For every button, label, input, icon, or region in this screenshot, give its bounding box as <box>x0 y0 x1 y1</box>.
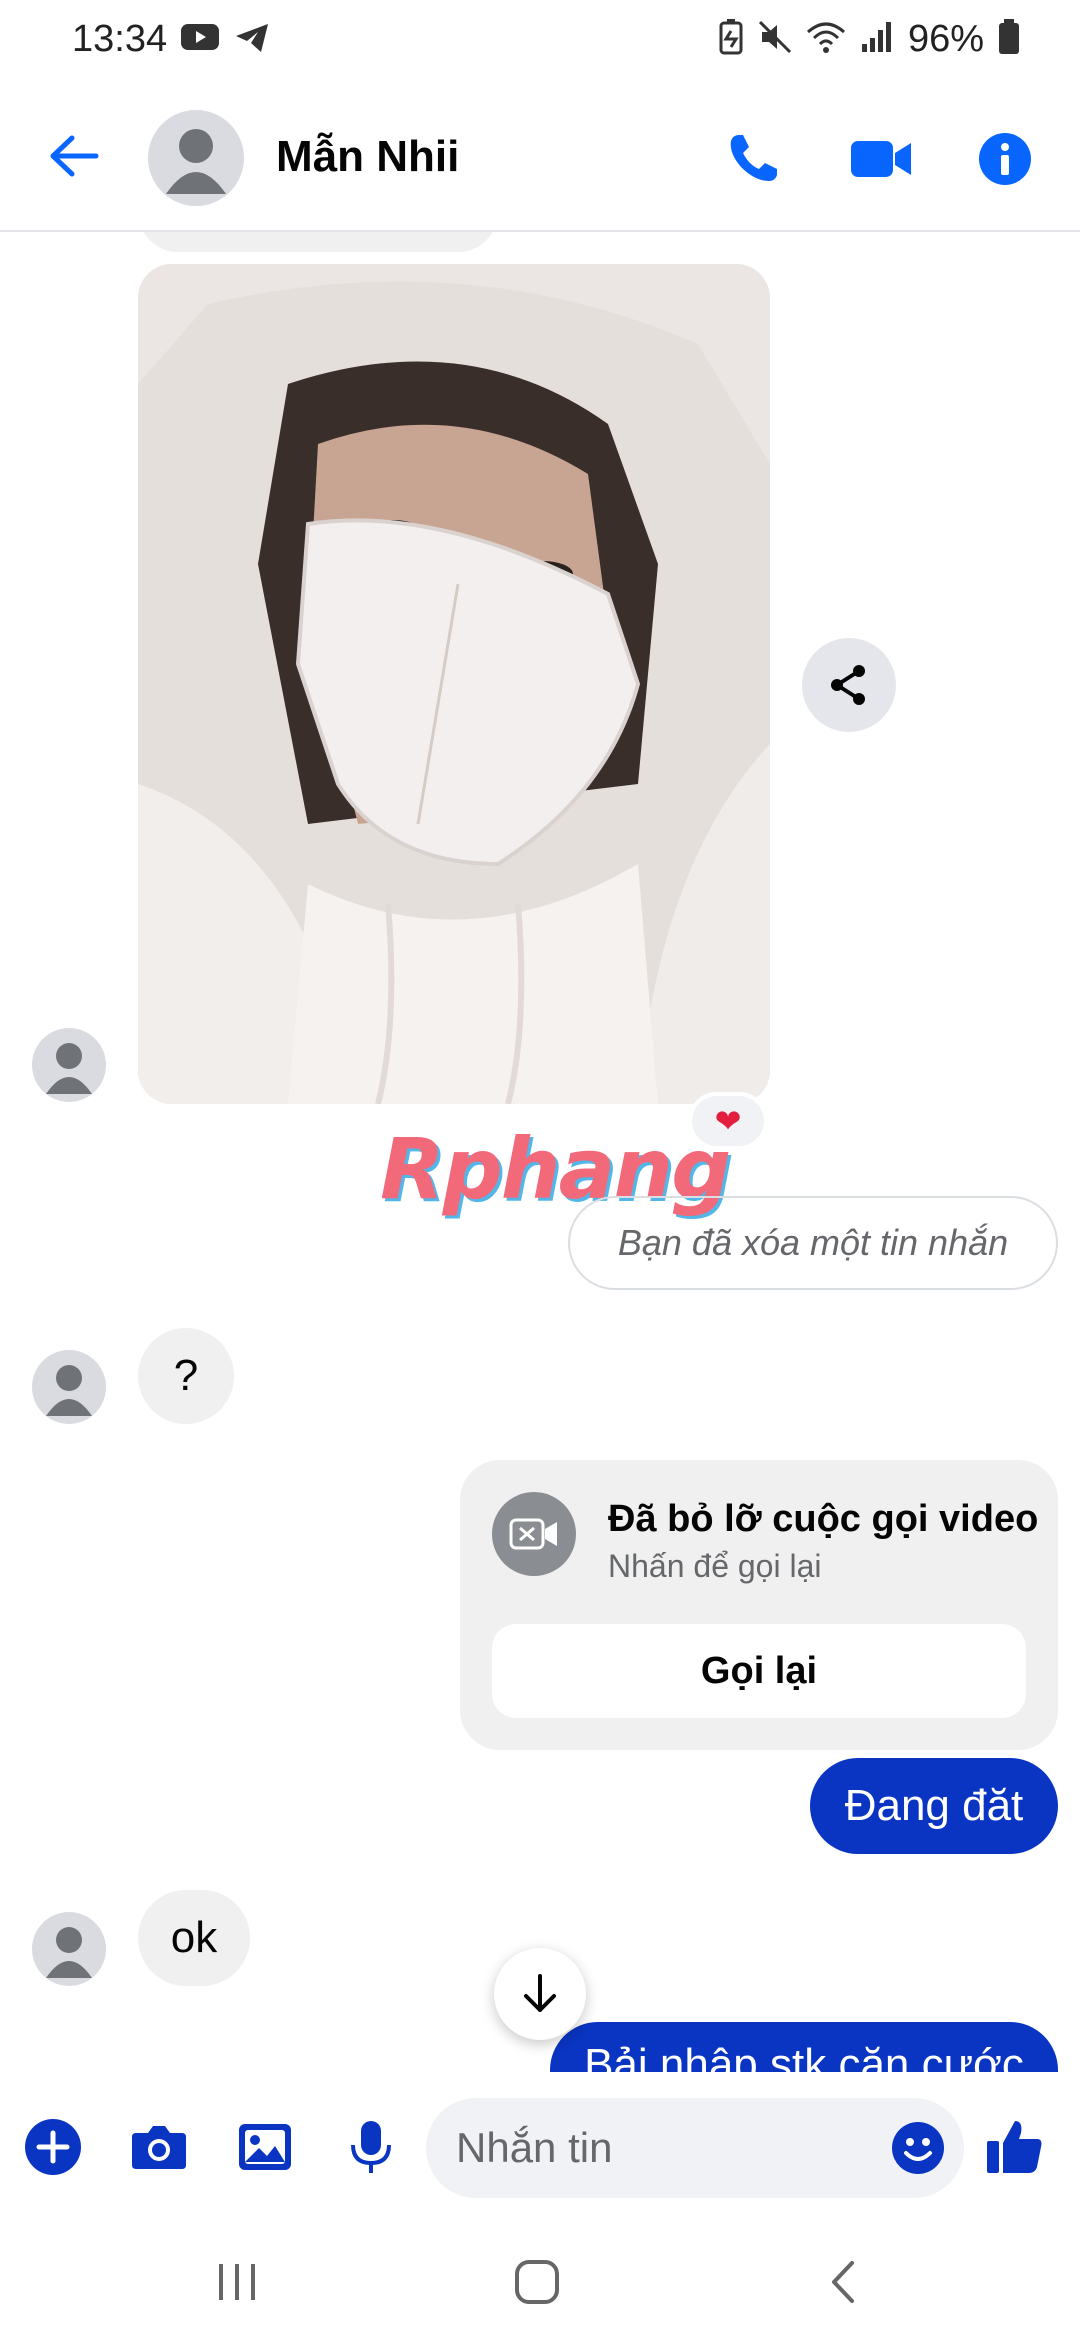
missed-call-subtitle: Nhấn để gọi lại <box>608 1548 822 1584</box>
youtube-icon <box>180 22 220 59</box>
plus-icon <box>25 2119 81 2175</box>
contact-name[interactable]: Mẫn Nhii <box>276 132 459 182</box>
phone-call-button[interactable] <box>718 124 788 194</box>
voice-message-button[interactable] <box>336 2112 406 2182</box>
home-icon <box>515 2260 559 2304</box>
scroll-to-bottom-button[interactable] <box>494 1948 586 2040</box>
share-icon <box>831 665 865 705</box>
chevron-left-icon <box>832 2261 854 2303</box>
sender-avatar[interactable] <box>32 1350 106 1424</box>
call-back-button[interactable]: Gọi lại <box>492 1624 1026 1718</box>
sent-message[interactable]: Đang đăt <box>810 1758 1058 1854</box>
video-camera-icon <box>851 141 911 177</box>
conversation-info-button[interactable] <box>970 124 1040 194</box>
info-icon <box>979 133 1031 185</box>
signal-icon <box>860 20 894 59</box>
thumbs-up-icon <box>987 2121 1042 2173</box>
system-nav-bar <box>0 2222 1080 2340</box>
sender-avatar[interactable] <box>32 1028 106 1102</box>
recent-apps-button[interactable] <box>202 2252 272 2312</box>
received-photo[interactable] <box>138 264 770 1104</box>
status-time: 13:34 <box>72 18 168 60</box>
battery-saver-icon <box>718 19 744 60</box>
emoji-icon <box>892 2122 944 2174</box>
message-list[interactable]: ❤ Rphang Bạn đã xóa một tin nhắn ? Đã bỏ… <box>0 232 1080 2072</box>
back-nav-button[interactable] <box>808 2252 878 2312</box>
gallery-button[interactable] <box>230 2112 300 2182</box>
deleted-message-note[interactable]: Bạn đã xóa một tin nhắn <box>568 1196 1058 1290</box>
telegram-icon <box>234 22 270 59</box>
message-input[interactable] <box>456 2098 876 2198</box>
back-button[interactable] <box>42 124 106 188</box>
status-bar: 13:34 96% <box>0 0 1080 84</box>
gallery-icon <box>239 2124 291 2170</box>
back-arrow-icon <box>50 135 99 177</box>
battery-percent: 96% <box>907 18 984 60</box>
home-button[interactable] <box>502 2252 572 2312</box>
recent-apps-icon <box>219 2264 255 2300</box>
received-message[interactable]: ok <box>138 1890 250 1986</box>
video-call-button[interactable] <box>846 124 916 194</box>
arrow-down-icon <box>524 1974 556 2012</box>
message-field[interactable] <box>426 2098 964 2198</box>
missed-video-call-icon <box>492 1492 576 1576</box>
mute-icon <box>758 20 792 59</box>
like-button[interactable] <box>980 2112 1050 2182</box>
sender-avatar[interactable] <box>32 1912 106 1986</box>
contact-avatar[interactable] <box>148 110 244 206</box>
received-message[interactable]: ? <box>138 1328 234 1424</box>
previous-message-bubble[interactable] <box>138 232 498 252</box>
phone-icon <box>730 135 777 181</box>
share-button[interactable] <box>802 638 896 732</box>
more-actions-button[interactable] <box>18 2112 88 2182</box>
camera-icon <box>132 2126 186 2169</box>
microphone-icon <box>351 2121 391 2173</box>
missed-call-title: Đã bỏ lỡ cuộc gọi video <box>608 1498 1039 1540</box>
emoji-button[interactable] <box>888 2118 948 2178</box>
battery-icon <box>998 19 1020 60</box>
sent-message[interactable]: Bải nhập stk căn cước <box>550 2022 1058 2072</box>
camera-button[interactable] <box>124 2112 194 2182</box>
missed-call-card[interactable]: Đã bỏ lỡ cuộc gọi video Nhấn để gọi lại … <box>460 1460 1058 1750</box>
conversation-header: Mẫn Nhii <box>0 84 1080 232</box>
wifi-icon <box>806 20 846 59</box>
message-composer <box>0 2072 1080 2222</box>
